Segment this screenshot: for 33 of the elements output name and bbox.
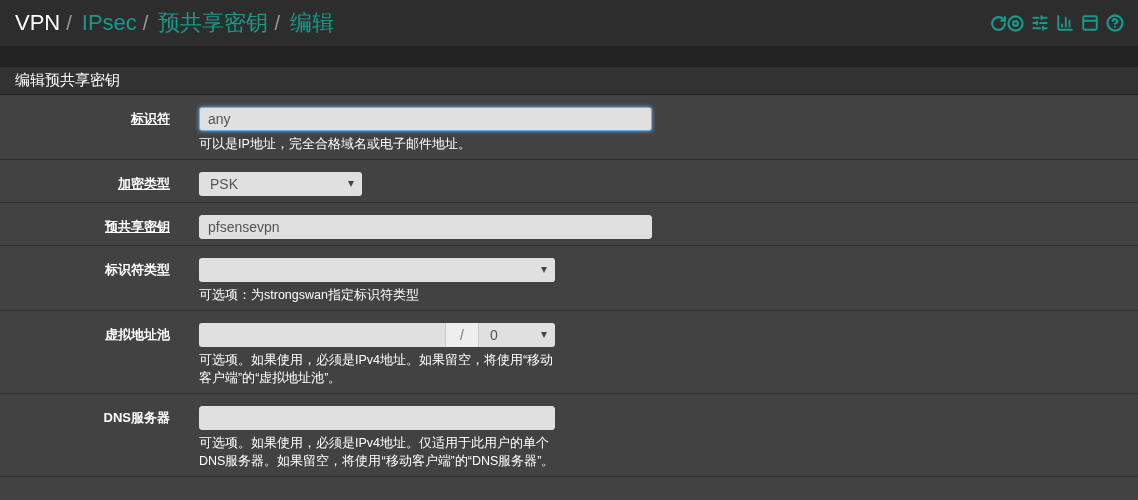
address-field[interactable]: [199, 323, 445, 347]
help-icon[interactable]: [1106, 14, 1124, 32]
field-label: 标识符类型: [105, 261, 170, 279]
settings-icon[interactable]: [1031, 14, 1049, 32]
field-label: 加密类型: [118, 175, 170, 193]
breadcrumb-separator: /: [274, 11, 280, 35]
field-label: 预共享密钥: [105, 218, 170, 236]
field-label: 标识符: [131, 110, 170, 128]
caret-icon: [541, 267, 547, 273]
text-field[interactable]: pfsensevpn: [199, 215, 652, 239]
breadcrumb-link[interactable]: IPsec: [81, 10, 137, 36]
panel-title: 编辑预共享密钥: [15, 71, 120, 90]
breadcrumb-item: VPN: [15, 10, 61, 36]
help-text: 可以是IP地址，完全合格域名或电子邮件地址。: [199, 136, 472, 153]
caret-icon: [541, 332, 547, 338]
text-field[interactable]: any: [199, 107, 652, 131]
field-label: DNS服务器: [103, 409, 170, 427]
breadcrumb-link[interactable]: 编辑: [289, 8, 334, 38]
mask-dropdown[interactable]: 0: [479, 323, 555, 347]
field-label: 虚拟地址池: [105, 326, 170, 344]
help-text: 可选项。如果使用，必须是IPv4地址。如果留空，将使用“移动客户端”的“虚拟地址池”。: [199, 352, 555, 387]
chart-icon[interactable]: [1056, 14, 1074, 32]
log-icon[interactable]: [1081, 14, 1099, 32]
dropdown[interactable]: PSK: [199, 172, 362, 196]
breadcrumb-link[interactable]: 预共享密钥: [158, 8, 269, 38]
breadcrumb-separator: /: [142, 11, 149, 35]
breadcrumb-separator: /: [66, 11, 72, 35]
help-text: 可选项。如果使用，必须是IPv4地址。仅适用于此用户的单个DNS服务器。如果留空，将使用“移动客户端”的“DNS服务器”。: [199, 435, 555, 470]
help-text: 可选项：为strongswan指定标识符类型: [199, 287, 420, 304]
separator-label: /: [445, 323, 479, 347]
text-field[interactable]: [199, 406, 555, 430]
caret-icon: [348, 181, 354, 187]
reload-stop-icon[interactable]: [990, 14, 1024, 32]
